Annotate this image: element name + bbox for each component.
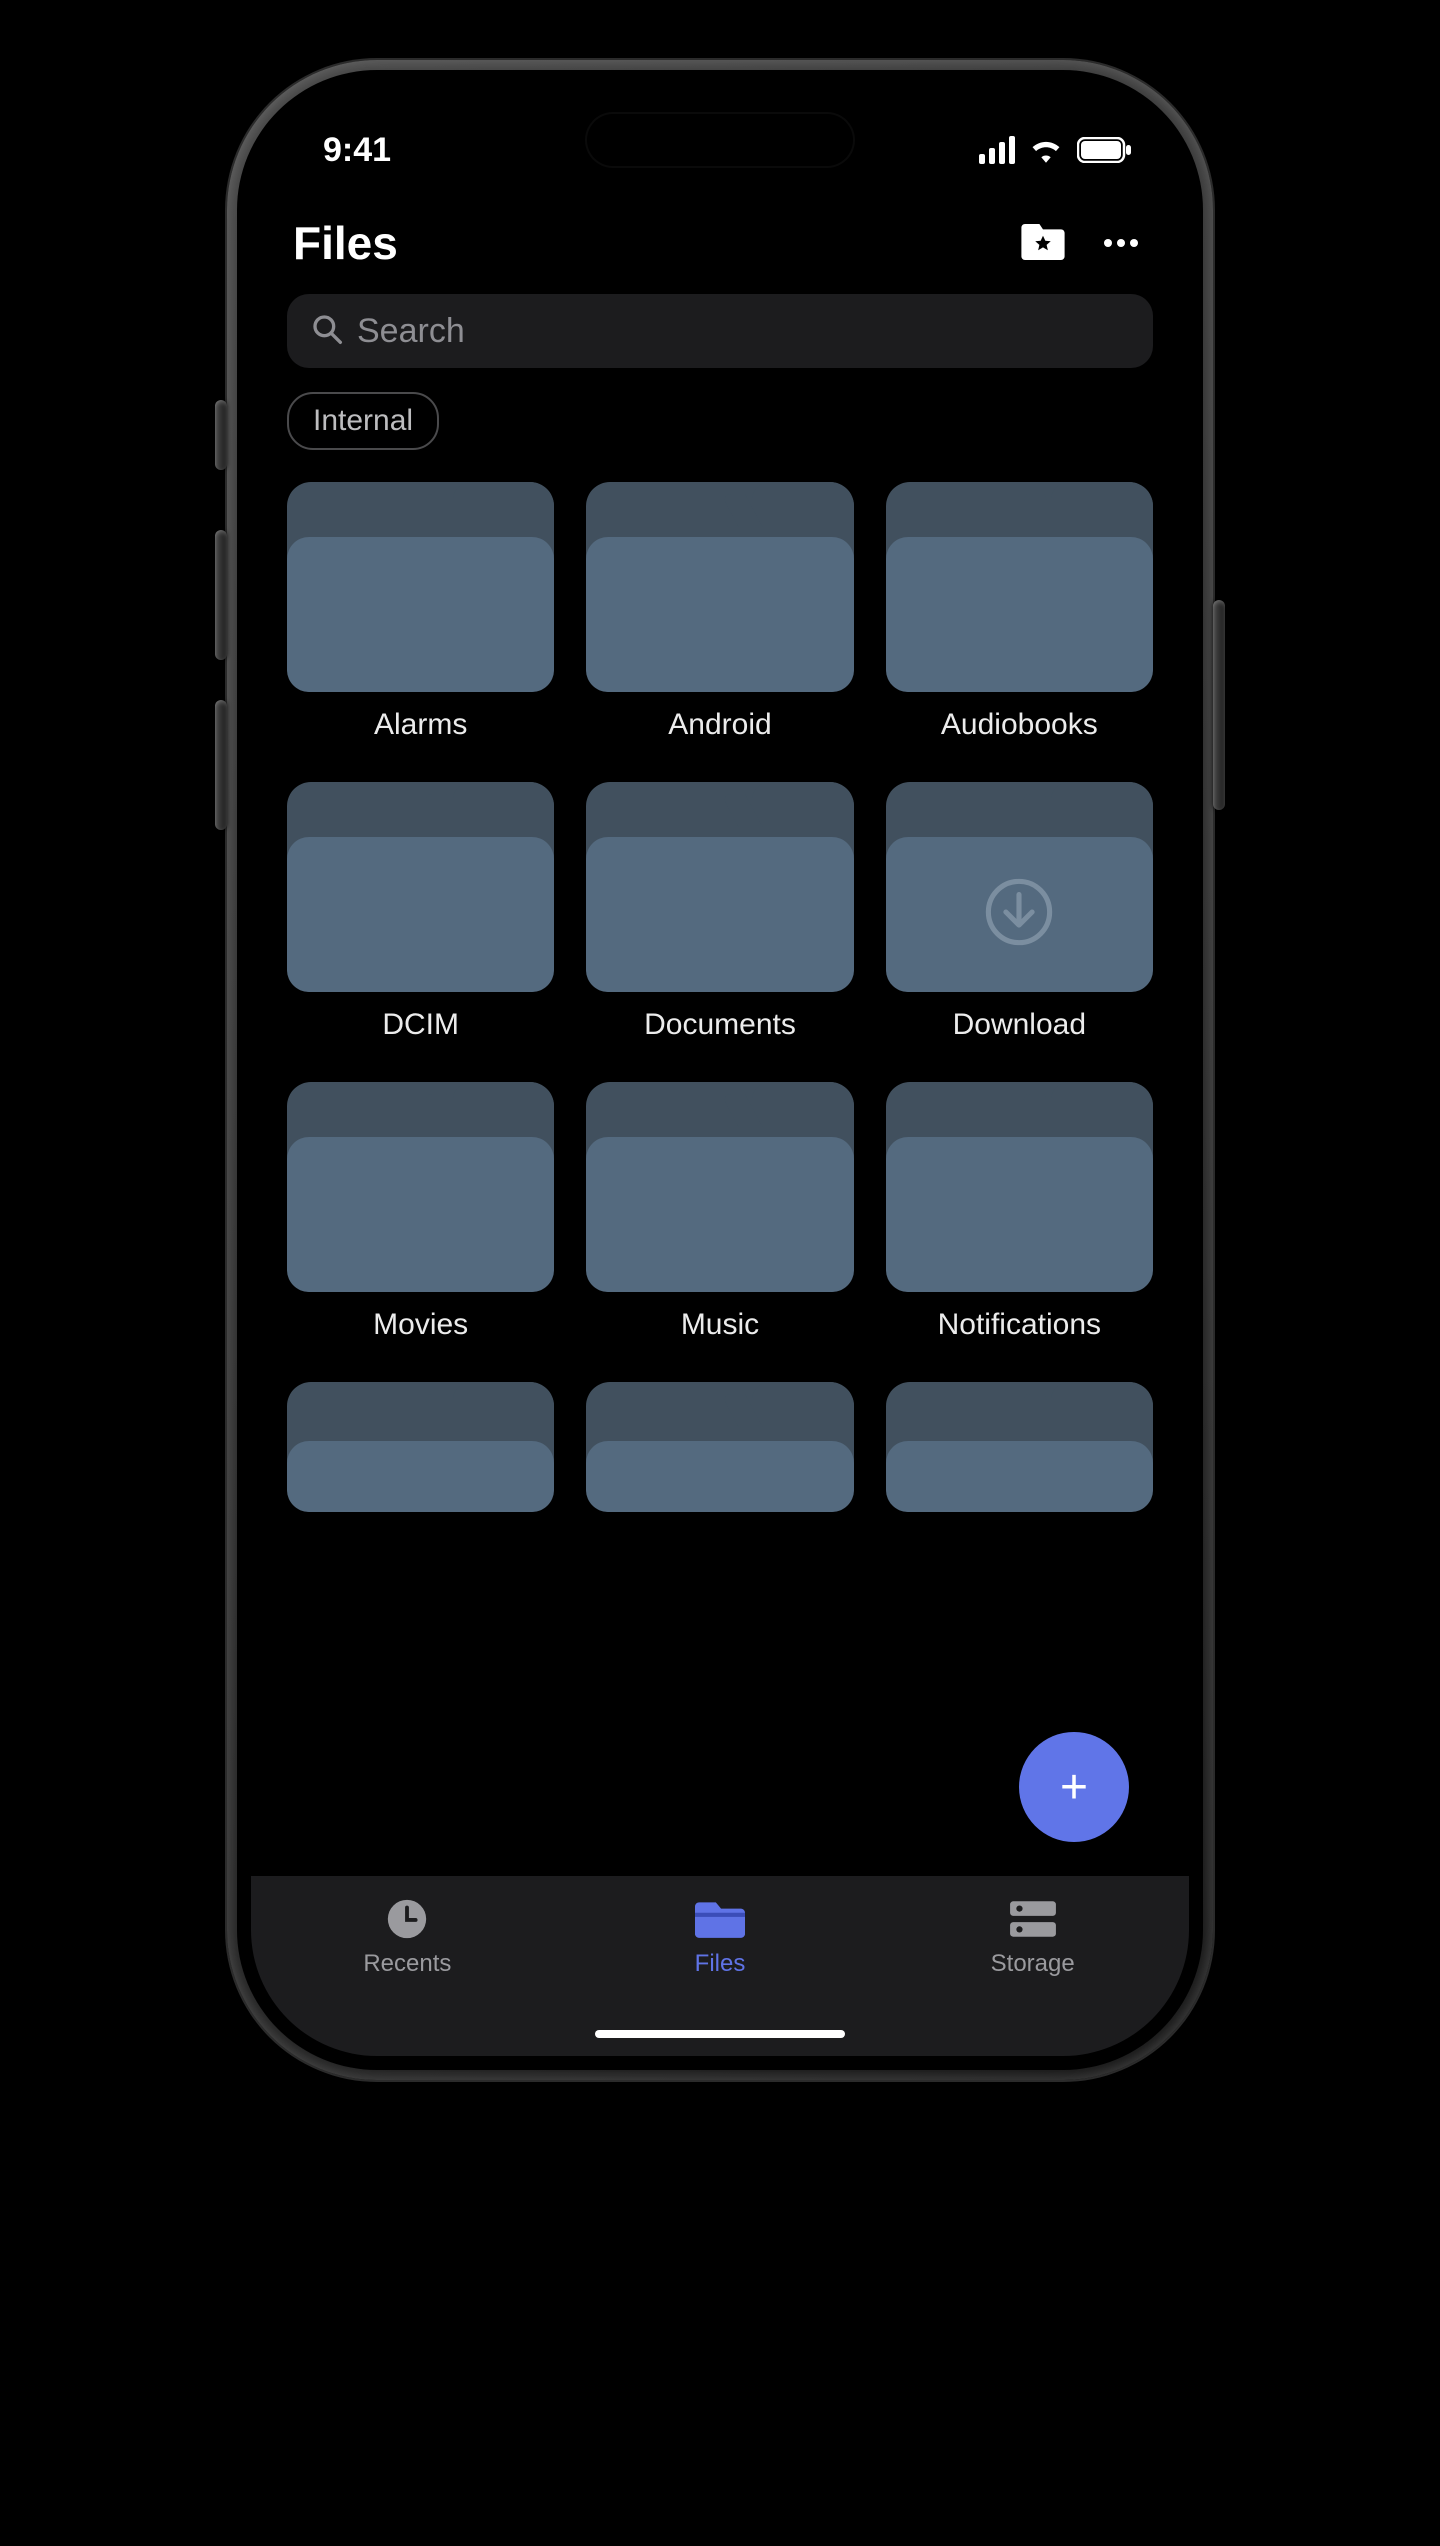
search-icon [311, 313, 343, 350]
folder-label: Audiobooks [886, 708, 1153, 742]
more-button[interactable] [1103, 236, 1139, 251]
storage-chip-internal[interactable]: Internal [287, 392, 439, 450]
side-button-vol-down [215, 700, 227, 830]
chip-label: Internal [313, 404, 413, 438]
folder-alarms[interactable]: Alarms [287, 482, 554, 742]
folder-label: Download [886, 1008, 1153, 1042]
side-button-power [1213, 600, 1225, 810]
tab-label: Storage [991, 1950, 1075, 1978]
clock-icon [384, 1894, 430, 1944]
folder-music[interactable]: Music [586, 1082, 853, 1342]
folder-partial[interactable] [586, 1382, 853, 1512]
folder-label: Movies [287, 1308, 554, 1342]
notch [585, 112, 855, 168]
plus-icon: + [1060, 1760, 1088, 1815]
folder-grid: Alarms Android Audiobooks DCIM Documents [251, 458, 1189, 1512]
search-input[interactable] [357, 312, 1129, 351]
status-time: 9:41 [323, 131, 391, 170]
more-icon [1103, 238, 1139, 248]
folder-partial[interactable] [287, 1382, 554, 1512]
folder-label: DCIM [287, 1008, 554, 1042]
storage-icon [1008, 1894, 1058, 1944]
download-icon [984, 877, 1054, 952]
folder-audiobooks[interactable]: Audiobooks [886, 482, 1153, 742]
tab-label: Files [695, 1950, 746, 1978]
home-indicator[interactable] [595, 2030, 845, 2038]
folder-label: Alarms [287, 708, 554, 742]
fab-add-button[interactable]: + [1019, 1732, 1129, 1842]
favorites-folder-button[interactable] [1021, 224, 1065, 263]
folder-label: Android [586, 708, 853, 742]
folder-download[interactable]: Download [886, 782, 1153, 1042]
battery-icon [1077, 137, 1133, 163]
folder-dcim[interactable]: DCIM [287, 782, 554, 1042]
folder-movies[interactable]: Movies [287, 1082, 554, 1342]
side-button-vol-up [215, 530, 227, 660]
folder-notifications[interactable]: Notifications [886, 1082, 1153, 1342]
tab-bar: Recents Files Storage [251, 1876, 1189, 2056]
wifi-icon [1029, 137, 1063, 163]
folder-label: Documents [586, 1008, 853, 1042]
folder-label: Notifications [886, 1308, 1153, 1342]
cellular-icon [979, 136, 1015, 164]
search-bar[interactable] [287, 294, 1153, 368]
folder-star-icon [1021, 224, 1065, 260]
tab-storage[interactable]: Storage [876, 1894, 1189, 2016]
folder-label: Music [586, 1308, 853, 1342]
tab-label: Recents [363, 1950, 451, 1978]
tab-files[interactable]: Files [564, 1894, 877, 2016]
folder-icon [695, 1894, 745, 1944]
tab-recents[interactable]: Recents [251, 1894, 564, 2016]
folder-android[interactable]: Android [586, 482, 853, 742]
side-button-silence [215, 400, 227, 470]
folder-documents[interactable]: Documents [586, 782, 853, 1042]
page-title: Files [293, 216, 398, 270]
device-frame: 9:41 Files [227, 60, 1213, 2080]
folder-partial[interactable] [886, 1382, 1153, 1512]
